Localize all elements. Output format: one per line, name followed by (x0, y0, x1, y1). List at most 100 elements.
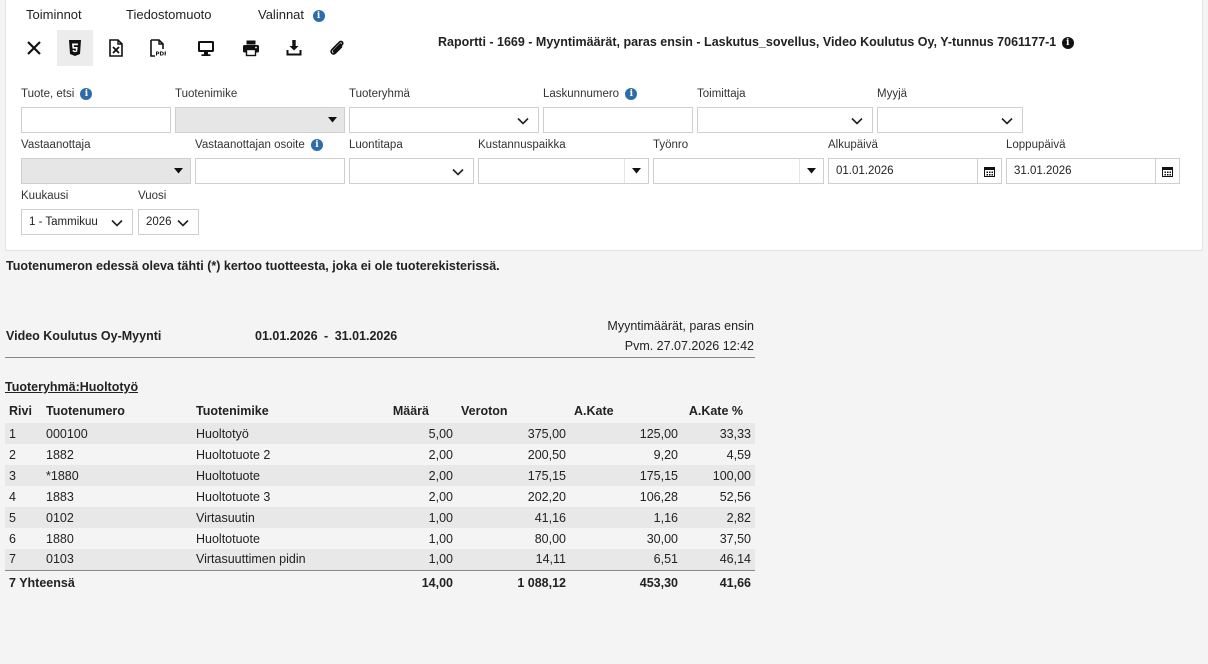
html-export-button[interactable] (57, 30, 93, 66)
menu-valinnat-label: Valinnat (258, 7, 305, 22)
kuukausi-select[interactable]: 1 - Tammikuu (21, 209, 133, 235)
cell-tuotenimike: Huoltotuote 3 (196, 489, 271, 504)
menu-toiminnot[interactable]: Toiminnot (26, 7, 82, 22)
tuoteryhma-select[interactable] (349, 107, 539, 133)
kustannuspaikka-label: Kustannuspaikka (478, 139, 566, 151)
chevron-down-icon (517, 117, 529, 125)
menu-valinnat[interactable]: Valinnat i (258, 7, 325, 22)
column-header: Veroton (461, 404, 508, 418)
cell-maara: 1,00 (428, 531, 453, 546)
cell-maara: 2,00 (374, 465, 457, 486)
chevron-down-icon (1001, 117, 1013, 125)
total-akate-pct: 41,66 (682, 569, 755, 596)
loppupaiva-input[interactable]: 31.01.2026 (1006, 158, 1180, 184)
tuote-etsi-input[interactable] (21, 107, 171, 133)
calendar-icon[interactable] (1155, 159, 1179, 183)
attachment-icon (330, 40, 344, 55)
column-header: Tuotenimike (196, 404, 269, 418)
alkupaiva-input[interactable]: 01.01.2026 (828, 158, 1002, 184)
table-row: 2 1882 Huoltotuote 2 2,00 200,50 9,20 4,… (5, 444, 755, 465)
download-button[interactable] (276, 30, 312, 66)
vastaanottaja-select[interactable] (21, 158, 191, 184)
report-printed-date: Pvm. 27.07.2026 12:42 (624, 339, 754, 353)
cell-maara: 5,00 (374, 423, 457, 444)
cell-veroton: 175,15 (457, 465, 570, 486)
cell-veroton: 200,50 (527, 447, 566, 462)
cell-tuotenumero: 000100 (42, 423, 192, 444)
vuosi-select[interactable]: 2026 (138, 209, 199, 235)
caret-down-icon[interactable] (799, 159, 823, 183)
cell-rivi: 5 (5, 507, 42, 528)
luontitapa-select[interactable] (349, 158, 474, 184)
tuoteryhma-label: Tuoteryhmä (349, 88, 410, 100)
myyja-label: Myyjä (877, 88, 908, 100)
table-header-row: Rivi Tuotenumero Tuotenimike Määrä Verot… (5, 399, 755, 423)
info-icon[interactable]: i (80, 88, 93, 100)
cell-akate: 175,15 (570, 465, 682, 486)
totals-label: 7 Yhteensä (5, 569, 374, 596)
cell-tuotenimike: Virtasuuttimen pidin (192, 549, 374, 570)
filter-panel: Toiminnot Tiedostomuoto Valinnat i PDF R… (5, 0, 1203, 251)
info-icon[interactable]: i (1061, 36, 1074, 49)
column-header: A.Kate % (688, 404, 743, 418)
info-icon[interactable]: i (312, 9, 325, 22)
total-veroton: 1 088,12 (457, 569, 570, 596)
report-table: Rivi Tuotenumero Tuotenimike Määrä Verot… (5, 399, 755, 596)
cell-akate-pct: 33,33 (682, 423, 755, 444)
table-row: 3 *1880 Huoltotuote 2,00 175,15 175,15 1… (5, 465, 755, 486)
total-maara: 14,00 (374, 569, 457, 596)
tuotenimike-select[interactable] (175, 107, 345, 133)
cell-akate-pct: 37,50 (719, 531, 751, 546)
cell-veroton: 41,16 (457, 507, 570, 528)
cell-veroton: 80,00 (534, 531, 566, 546)
cell-akate-pct: 2,82 (682, 507, 755, 528)
cell-akate-pct: 4,59 (726, 447, 751, 462)
laskunnumero-input[interactable] (543, 107, 693, 133)
caret-down-icon[interactable] (320, 108, 344, 132)
toimittaja-select[interactable] (697, 107, 873, 133)
report-name: Myyntimäärät, paras ensin (607, 319, 754, 333)
close-button[interactable] (16, 30, 52, 66)
kustannuspaikka-select[interactable] (478, 158, 649, 184)
cell-maara: 2,00 (428, 447, 453, 462)
report-title: Raportti - 1669 - Myyntimäärät, paras en… (438, 35, 1074, 49)
myyja-select[interactable] (877, 107, 1023, 133)
cell-maara: 2,00 (428, 489, 453, 504)
excel-export-button[interactable] (98, 30, 134, 66)
pdf-export-button[interactable]: PDF (139, 30, 175, 66)
column-header: Rivi (9, 404, 32, 418)
screen-view-button[interactable] (188, 30, 224, 66)
group-title: Tuoteryhmä:Huoltotyö (5, 380, 139, 394)
menu-tiedostomuoto[interactable]: Tiedostomuoto (126, 7, 212, 22)
vastaanottajan-osoite-label: Vastaanottajan osoite i (195, 139, 323, 151)
calendar-icon[interactable] (977, 159, 1001, 183)
caret-down-icon[interactable] (166, 159, 190, 183)
cell-rivi: 7 (5, 549, 42, 570)
report-title-text: Raportti - 1669 - Myyntimäärät, paras en… (438, 35, 1057, 49)
table-row: 5 0102 Virtasuutin 1,00 41,16 1,16 2,82 (5, 507, 755, 528)
print-button[interactable] (233, 30, 269, 66)
tyonro-label: Työnro (653, 139, 689, 151)
vastaanottajan-osoite-input[interactable] (195, 158, 345, 184)
date-from: 01.01.2026 (255, 329, 318, 343)
tyonro-select[interactable] (653, 158, 824, 184)
kuukausi-label: Kuukausi (21, 190, 69, 202)
info-icon[interactable]: i (625, 88, 638, 100)
cell-rivi: 4 (9, 489, 16, 504)
html5-icon (69, 40, 81, 56)
tuotenimike-label: Tuotenimike (175, 88, 238, 100)
info-icon[interactable]: i (310, 139, 323, 151)
excel-icon (109, 39, 123, 57)
caret-down-icon[interactable] (624, 159, 648, 183)
attachment-button[interactable] (319, 30, 355, 66)
cell-akate: 9,20 (653, 447, 678, 462)
close-icon (27, 41, 41, 55)
tuote-etsi-label: Tuote, etsi i (21, 88, 93, 100)
monitor-icon (198, 41, 214, 56)
loppupaiva-label: Loppupäivä (1006, 139, 1066, 151)
cell-akate: 6,51 (570, 549, 682, 570)
vastaanottaja-label: Vastaanottaja (21, 139, 91, 151)
cell-rivi: 3 (5, 465, 42, 486)
table-row: 4 1883 Huoltotuote 3 2,00 202,20 106,28 … (5, 486, 755, 507)
cell-akate-pct: 46,14 (682, 549, 755, 570)
